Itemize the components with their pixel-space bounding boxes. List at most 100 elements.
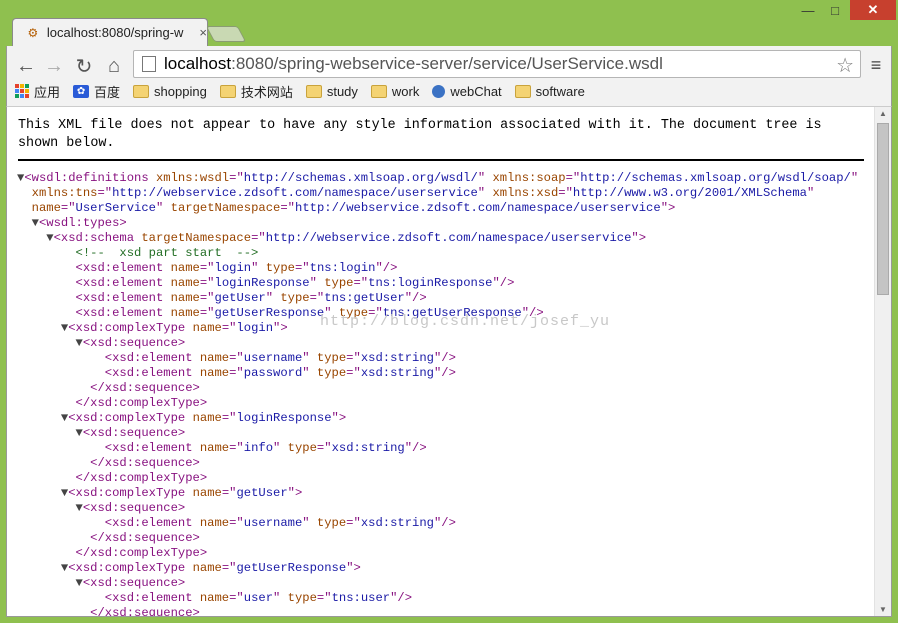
xml-token: "> (346, 561, 361, 575)
collapse-triangle-icon[interactable]: ▼ (76, 426, 83, 440)
scrollbar-thumb[interactable] (877, 123, 889, 295)
collapse-triangle-icon[interactable]: ▼ (32, 216, 39, 230)
maximize-button[interactable]: □ (822, 0, 848, 20)
xml-token: =" (294, 261, 310, 275)
bookmark-baidu[interactable]: ✿ 百度 (73, 82, 120, 101)
collapse-triangle-icon[interactable]: ▼ (76, 576, 83, 590)
xml-line: </xsd:sequence> (17, 381, 867, 396)
xml-token: <xsd:element (104, 366, 200, 380)
xml-line: </xsd:complexType> (17, 471, 867, 486)
xml-token: <xsd:element (104, 441, 200, 455)
collapse-triangle-icon[interactable]: ▼ (76, 501, 83, 515)
xml-token: <xsd:sequence> (82, 576, 186, 590)
collapse-triangle-icon[interactable]: ▼ (46, 231, 53, 245)
xml-token: name (199, 441, 230, 455)
browser-window: ⚙ localhost:8080/spring-w × — □ ✕ ← → ↻ … (0, 0, 898, 623)
xml-token: =" (280, 201, 295, 215)
xml-token: xmlns:tns (31, 186, 98, 200)
xml-token: type (316, 351, 347, 365)
xml-line: <xsd:element name="username" type="xsd:s… (17, 351, 867, 366)
xml-token: <xsd:sequence> (82, 501, 186, 515)
xml-token: =" (229, 516, 244, 530)
xml-token: " (251, 261, 266, 275)
xml-token: loginResponse (236, 411, 332, 425)
xml-token: =" (229, 351, 244, 365)
url-path: :8080/spring-webservice-server/service/U… (231, 54, 663, 73)
xml-token: name (199, 591, 230, 605)
xml-token: tns:user (331, 591, 391, 605)
xml-token: " (850, 171, 859, 185)
xml-line: name="UserService" targetNamespace="http… (17, 201, 867, 216)
new-tab-button[interactable] (205, 26, 247, 42)
xml-token: login (214, 261, 252, 275)
xml-token: targetNamespace (170, 201, 281, 215)
folder-icon (219, 84, 236, 98)
browser-toolbar: ← → ↻ ⌂ localhost:8080/spring-webservice… (6, 46, 892, 106)
xml-token: <xsd:element (75, 261, 171, 275)
xml-token: name (192, 411, 222, 425)
close-window-button[interactable]: ✕ (850, 0, 896, 20)
xml-token: " (273, 591, 288, 605)
xml-token: name (170, 291, 200, 305)
xml-token: " (302, 516, 317, 530)
xml-token: =" (229, 441, 244, 455)
xml-token: " (302, 351, 317, 365)
xml-line: <!-- xsd part start --> (17, 246, 867, 261)
home-icon[interactable]: ⌂ (101, 52, 127, 80)
bookmark-tech-sites[interactable]: 技术网站 (219, 82, 293, 101)
xml-token: tns:login (309, 261, 376, 275)
xml-token: type (287, 441, 317, 455)
xml-token: </xsd:sequence> (90, 381, 200, 395)
vertical-scrollbar[interactable]: ▲ ▼ (874, 107, 891, 616)
bookmark-software[interactable]: software (514, 83, 585, 99)
xml-line: <xsd:element name="login" type="tns:logi… (17, 261, 867, 276)
xml-line: <xsd:element name="loginResponse" type="… (17, 276, 867, 291)
xml-line: ▼<xsd:sequence> (17, 576, 867, 591)
scroll-down-arrow-icon[interactable]: ▼ (879, 605, 887, 614)
xml-token: </xsd:complexType> (75, 546, 208, 560)
bookmark-webchat[interactable]: webChat (432, 83, 502, 99)
bookmark-study[interactable]: study (305, 84, 358, 99)
xml-token: =" (316, 441, 332, 455)
xml-token: =" (221, 486, 237, 500)
bookmark-label: webChat (450, 83, 502, 99)
xml-line: </xsd:sequence> (17, 531, 867, 546)
xml-token: xsd:string (360, 366, 434, 380)
bookmark-star-icon[interactable]: ☆ (836, 53, 854, 78)
bookmark-apps[interactable]: 应用 (15, 82, 60, 101)
scroll-up-arrow-icon[interactable]: ▲ (879, 109, 887, 118)
address-bar[interactable]: localhost:8080/spring-webservice-server/… (133, 50, 861, 78)
bookmark-label: software (535, 83, 585, 99)
xml-token: type (324, 276, 354, 290)
xml-token: =" (97, 186, 113, 200)
xml-token: http://schemas.xmlsoap.org/wsdl/ (243, 171, 478, 185)
bookmark-label: 百度 (94, 84, 121, 100)
xml-token: <!-- xsd part start --> (75, 246, 259, 260)
xml-token: </xsd:complexType> (75, 396, 208, 410)
xml-token: =" (199, 276, 215, 290)
xml-token: "/> (433, 366, 456, 380)
menu-hamburger-icon[interactable]: ≡ (865, 54, 887, 76)
collapse-triangle-icon[interactable]: ▼ (76, 336, 83, 350)
xml-line: <xsd:element name="username" type="xsd:s… (17, 516, 867, 531)
xml-token: name (31, 201, 61, 215)
url-host: localhost (164, 54, 232, 73)
back-arrow-icon[interactable]: ← (13, 52, 39, 80)
bookmark-shopping[interactable]: shopping (133, 84, 207, 99)
xml-token: info (243, 441, 274, 455)
minimize-button[interactable]: — (794, 0, 822, 20)
xml-token: <xsd:element (104, 516, 200, 530)
xml-token: name (192, 561, 222, 575)
xml-token: "/> (404, 441, 427, 455)
xml-line: ▼<wsdl:types> (17, 216, 867, 231)
xml-token: " (302, 366, 317, 380)
tab-strip: ⚙ localhost:8080/spring-w × — □ ✕ (0, 0, 898, 46)
xml-token: getUser (214, 291, 266, 305)
tab-wsdl[interactable]: ⚙ localhost:8080/spring-w × (12, 18, 208, 46)
xml-token: type (287, 591, 317, 605)
forward-arrow-icon[interactable]: → (41, 52, 67, 80)
bookmark-work[interactable]: work (370, 84, 419, 99)
xml-line: <xsd:element name="user" type="tns:user"… (17, 591, 867, 606)
xml-token: =" (60, 201, 76, 215)
reload-icon[interactable]: ↻ (71, 52, 97, 80)
